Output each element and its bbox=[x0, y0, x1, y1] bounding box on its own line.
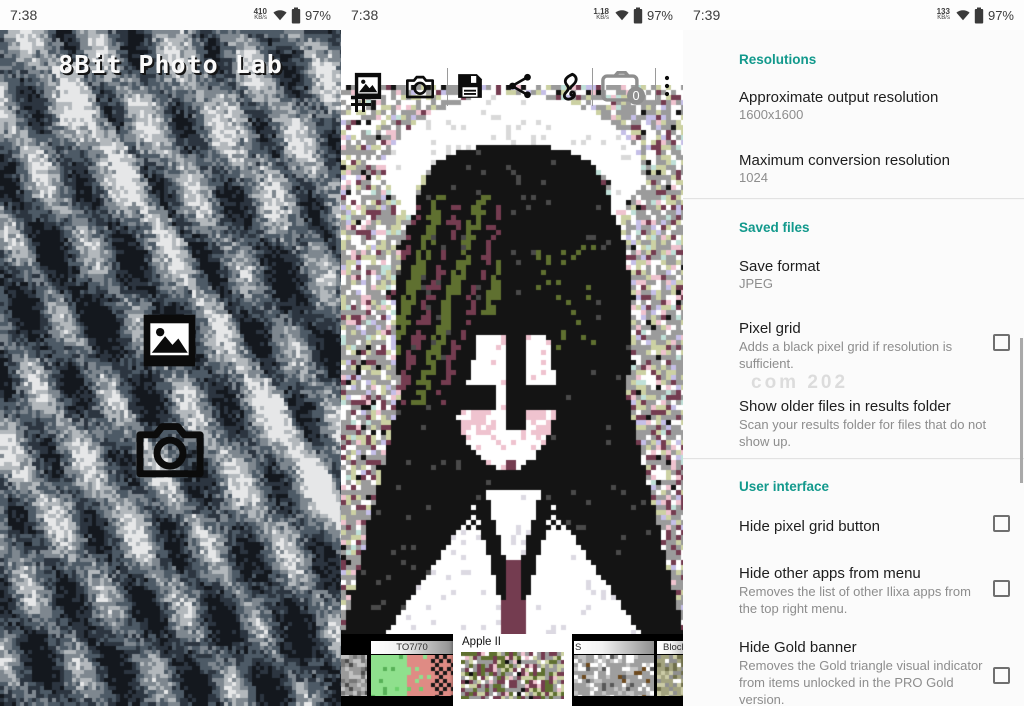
toolbar-divider bbox=[592, 68, 593, 106]
settings-item-value: JPEG bbox=[739, 276, 984, 292]
app-title: 8Bit Photo Lab bbox=[0, 50, 341, 79]
home-screen-panel: 7:38 410 KB/s 97% 8Bit Photo Lab bbox=[0, 0, 341, 706]
battery-icon bbox=[633, 7, 643, 24]
wifi-icon bbox=[273, 9, 287, 21]
settings-item-show-older-files-in-results-folder[interactable]: Show older files in results folderScan y… bbox=[739, 397, 984, 450]
filter-item[interactable] bbox=[574, 655, 654, 701]
settings-item-pixel-grid[interactable]: Pixel gridAdds a black pixel grid if res… bbox=[739, 319, 984, 372]
section-divider bbox=[683, 198, 1024, 199]
battery-percent: 97% bbox=[647, 8, 673, 23]
filter-thumbnail bbox=[371, 655, 453, 696]
clock: 7:39 bbox=[693, 7, 720, 23]
settings-item-value: 1024 bbox=[739, 170, 984, 186]
filter-thumbnail bbox=[657, 655, 683, 696]
gallery-icon bbox=[140, 311, 199, 370]
toolbar-divider bbox=[447, 68, 448, 106]
battery-icon bbox=[974, 7, 984, 24]
settings-item-hide-other-apps-from-menu[interactable]: Hide other apps from menuRemoves the lis… bbox=[739, 564, 984, 617]
settings-screen-panel: 7:39 133 KB/s 97% Resolutions Approximate… bbox=[683, 0, 1024, 706]
filter-item[interactable] bbox=[341, 655, 367, 701]
wifi-icon bbox=[956, 9, 970, 21]
burst-camera-icon: 0 bbox=[599, 71, 651, 105]
settings-item-save-format[interactable]: Save formatJPEG bbox=[739, 257, 984, 292]
settings-list: Resolutions Approximate output resolution… bbox=[683, 30, 1024, 706]
camera-icon bbox=[132, 412, 208, 488]
checkbox[interactable] bbox=[993, 667, 1010, 684]
settings-item-title: Maximum conversion resolution bbox=[739, 151, 984, 170]
filter-item-selected[interactable]: Apple II bbox=[453, 634, 572, 706]
settings-item-hide-pixel-grid-button[interactable]: Hide pixel grid button bbox=[739, 517, 984, 536]
network-speed-indicator: 410 KB/s bbox=[254, 8, 267, 22]
share-icon bbox=[505, 71, 535, 101]
settings-item-description: Adds a black pixel grid if resolution is… bbox=[739, 338, 991, 372]
toolbar-divider bbox=[655, 68, 656, 106]
share-button[interactable] bbox=[505, 71, 537, 103]
settings-item-hide-gold-banner[interactable]: Hide Gold bannerRemoves the Gold triangl… bbox=[739, 638, 984, 706]
settings-item-title: Pixel grid bbox=[739, 319, 984, 338]
save-button[interactable] bbox=[455, 71, 487, 103]
status-bar: 7:39 133 KB/s 97% bbox=[683, 0, 1024, 30]
filter-label: S bbox=[574, 641, 654, 654]
checkbox[interactable] bbox=[993, 334, 1010, 351]
settings-item-title: Approximate output resolution bbox=[739, 88, 984, 107]
camera-icon bbox=[403, 71, 437, 103]
checkbox[interactable] bbox=[993, 580, 1010, 597]
filter-thumbnail bbox=[461, 652, 564, 699]
filter-label: Blocky bbox=[657, 641, 683, 654]
wifi-icon bbox=[615, 9, 629, 21]
battery-percent: 97% bbox=[305, 8, 331, 23]
filter-item[interactable] bbox=[371, 655, 453, 701]
section-header: Saved files bbox=[739, 220, 1024, 236]
gallery-button[interactable] bbox=[353, 71, 385, 103]
settings-item-title: Save format bbox=[739, 257, 984, 276]
open-gallery-button[interactable] bbox=[140, 311, 199, 370]
settings-item-description: Removes the Gold triangle visual indicat… bbox=[739, 657, 991, 706]
overflow-menu-button[interactable] bbox=[660, 71, 674, 103]
filter-thumbnail bbox=[341, 655, 367, 696]
section-divider bbox=[683, 458, 1024, 459]
editor-toolbar: 0 bbox=[341, 30, 683, 85]
checkbox[interactable] bbox=[993, 515, 1010, 532]
settings-item-approximate-output-resolution[interactable]: Approximate output resolution1600x1600 bbox=[739, 88, 984, 123]
three-screenshot-composite: 7:38 410 KB/s 97% 8Bit Photo Lab 7:38 bbox=[0, 0, 1024, 706]
camera-button[interactable] bbox=[403, 71, 435, 103]
converted-image-preview[interactable] bbox=[341, 85, 683, 634]
settings-item-value: 1600x1600 bbox=[739, 107, 984, 123]
filter-label: TO7/70 bbox=[371, 641, 453, 654]
settings-item-maximum-conversion-resolution[interactable]: Maximum conversion resolution1024 bbox=[739, 151, 984, 186]
burst-count-badge: 0 bbox=[633, 88, 640, 103]
filter-item[interactable] bbox=[657, 655, 683, 701]
filter-label: Apple II bbox=[462, 636, 501, 648]
battery-icon bbox=[291, 7, 301, 24]
clock: 7:38 bbox=[10, 7, 37, 23]
editor-screen-panel: 7:38 1.18 KB/s 97% bbox=[341, 0, 683, 706]
overflow-menu-icon bbox=[660, 71, 674, 103]
effects-button[interactable] bbox=[553, 71, 585, 103]
section-header: Resolutions bbox=[739, 52, 1024, 68]
effects-curl-icon bbox=[553, 71, 585, 103]
network-speed-indicator: 1.18 KB/s bbox=[593, 8, 609, 22]
filter-carousel[interactable]: TO7/70 Apple II SBlocky bbox=[341, 634, 683, 706]
settings-item-description: Removes the list of other Ilixa apps fro… bbox=[739, 583, 991, 617]
settings-item-title: Hide pixel grid button bbox=[739, 517, 984, 536]
filter-thumbnail bbox=[574, 655, 654, 696]
scrollbar[interactable] bbox=[1020, 338, 1023, 483]
status-bar: 7:38 1.18 KB/s 97% bbox=[341, 0, 683, 30]
settings-item-title: Hide Gold banner bbox=[739, 638, 984, 657]
status-bar: 7:38 410 KB/s 97% bbox=[0, 0, 341, 30]
pixelated-portrait bbox=[341, 85, 683, 634]
gallery-icon bbox=[353, 71, 383, 101]
settings-item-title: Hide other apps from menu bbox=[739, 564, 984, 583]
network-speed-indicator: 133 KB/s bbox=[937, 8, 950, 22]
save-icon bbox=[455, 71, 485, 101]
burst-camera-button[interactable]: 0 bbox=[599, 71, 651, 103]
battery-percent: 97% bbox=[988, 8, 1014, 23]
settings-item-title: Show older files in results folder bbox=[739, 397, 984, 416]
clock: 7:38 bbox=[351, 7, 378, 23]
take-photo-button[interactable] bbox=[132, 412, 208, 488]
section-header: User interface bbox=[739, 479, 1024, 495]
settings-item-description: Scan your results folder for files that … bbox=[739, 416, 991, 450]
